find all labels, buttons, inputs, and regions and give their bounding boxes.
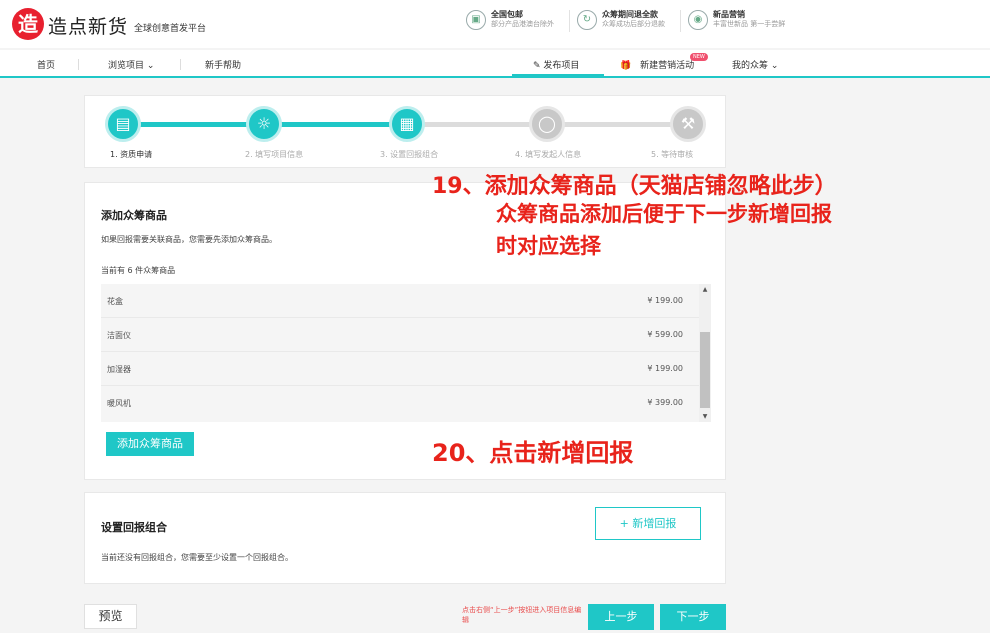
previous-step-button[interactable]: 上一步: [588, 604, 654, 630]
product-list: 花盒 ¥ 199.00 洁面仪 ¥ 599.00 加湿器 ¥ 199.00 暖风…: [101, 284, 711, 422]
nav-browse-label: 浏览项目: [108, 61, 145, 71]
previous-step-hint: 点击右侧“上一步”按钮进入项目信息编辑: [462, 606, 582, 624]
refund-icon: ↻: [577, 10, 597, 30]
nav-my-crowdfunding[interactable]: 我的众筹 ⌄: [732, 58, 778, 71]
scrollbar-thumb[interactable]: [700, 332, 710, 408]
nav-help[interactable]: 新手帮助: [205, 58, 241, 71]
annotation-step-19-detail: 众筹商品添加后便于下一步新增回报: [496, 202, 832, 226]
promo-sub: 众筹成功后部分退款: [602, 20, 665, 28]
lightbulb-icon: ☼: [246, 106, 282, 142]
chevron-down-icon: ⌄: [146, 61, 155, 71]
gift-box-icon: ▣: [466, 10, 486, 30]
nav-home[interactable]: 首页: [37, 58, 55, 71]
step-label-3: 3. 设置回报组合: [380, 150, 439, 159]
nav-browse[interactable]: 浏览项目 ⌄: [108, 58, 154, 71]
active-tab-indicator: [512, 74, 604, 77]
add-reward-button[interactable]: + 新增回报: [595, 507, 701, 540]
product-name: 洁面仪: [107, 331, 131, 340]
main-nav: 首页 浏览项目 ⌄ 新手帮助 ✎ 发布项目 🎁 新建营销活动 NEW 我的众筹 …: [0, 50, 990, 78]
step-label-4: 4. 填写发起人信息: [515, 150, 582, 159]
next-step-button[interactable]: 下一步: [660, 604, 726, 630]
nav-divider: [78, 59, 79, 70]
scroll-down-icon[interactable]: ▼: [699, 413, 711, 420]
add-product-button[interactable]: 添加众筹商品: [106, 432, 194, 456]
reward-combination-section: 设置回报组合 当前还没有回报组合，您需要至少设置一个回报组合。 + 新增回报: [84, 492, 726, 584]
section-title: 添加众筹商品: [101, 209, 167, 222]
top-header: 造 造点新货 全球创意首发平台 ▣ 全国包邮 部分产品港澳台除外 ↻ 众筹期间退…: [0, 0, 990, 48]
annotation-step-19: 19、添加众筹商品（天猫店铺忽略此步）: [432, 174, 837, 199]
gift-icon: ▦: [389, 106, 425, 142]
promo-sub: 丰富世新品 第一手尝鲜: [713, 20, 786, 28]
edit-icon: ✎: [533, 61, 541, 71]
product-price: ¥ 199.00: [647, 364, 683, 373]
preview-button[interactable]: 预览: [84, 604, 137, 629]
section-title: 设置回报组合: [101, 521, 167, 534]
scrollbar[interactable]: ▲ ▼: [699, 284, 711, 422]
nav-my-label: 我的众筹: [732, 61, 769, 71]
product-name: 加湿器: [107, 365, 131, 374]
nav-divider: [180, 59, 181, 70]
list-item[interactable]: 加湿器 ¥ 199.00: [101, 352, 699, 386]
product-price: ¥ 599.00: [647, 330, 683, 339]
step-label-2: 2. 填写项目信息: [245, 150, 304, 159]
product-price: ¥ 199.00: [647, 296, 683, 305]
nav-marketing[interactable]: 🎁 新建营销活动: [620, 58, 694, 71]
annotation-step-19-detail-2: 时对应选择: [496, 234, 601, 258]
new-badge: NEW: [690, 53, 708, 61]
scroll-up-icon[interactable]: ▲: [699, 286, 711, 293]
annotation-step-20: 20、点击新增回报: [432, 439, 634, 467]
step-label-5: 5. 等待审核: [651, 150, 694, 159]
nav-marketing-label: 新建营销活动: [640, 61, 695, 71]
gift-icon: 🎁: [620, 61, 632, 71]
divider: [569, 10, 570, 32]
section-note: 如果回报需要关联商品，您需要先添加众筹商品。: [101, 235, 277, 244]
brand-slogan: 全球创意首发平台: [134, 24, 207, 34]
product-name: 花盒: [107, 297, 123, 306]
product-name: 暖风机: [107, 399, 131, 408]
list-item[interactable]: 暖风机 ¥ 399.00: [101, 386, 699, 420]
brand-name[interactable]: 造点新货: [48, 12, 128, 39]
product-count: 当前有 6 件众筹商品: [101, 266, 176, 275]
promo-sub: 部分产品港澳台除外: [491, 20, 554, 28]
chevron-down-icon: ⌄: [770, 61, 779, 71]
document-icon: ▤: [105, 106, 141, 142]
product-price: ¥ 399.00: [647, 398, 683, 407]
list-item[interactable]: 洁面仪 ¥ 599.00: [101, 318, 699, 352]
section-note: 当前还没有回报组合，您需要至少设置一个回报组合。: [101, 553, 293, 562]
nav-publish-label: 发布项目: [543, 61, 580, 71]
step-label-1: 1. 资质申请: [110, 150, 153, 159]
gavel-icon: ⚒: [670, 106, 706, 142]
list-item[interactable]: 花盒 ¥ 199.00: [101, 284, 699, 318]
divider: [680, 10, 681, 32]
person-icon: ◯: [529, 106, 565, 142]
progress-steps: ▤ ☼ ▦ ◯ ⚒ 1. 资质申请 2. 填写项目信息 3. 设置回报组合 4.…: [84, 95, 726, 168]
nav-publish[interactable]: ✎ 发布项目: [533, 58, 579, 71]
logo-icon[interactable]: 造: [12, 8, 44, 40]
broadcast-icon: ◉: [688, 10, 708, 30]
